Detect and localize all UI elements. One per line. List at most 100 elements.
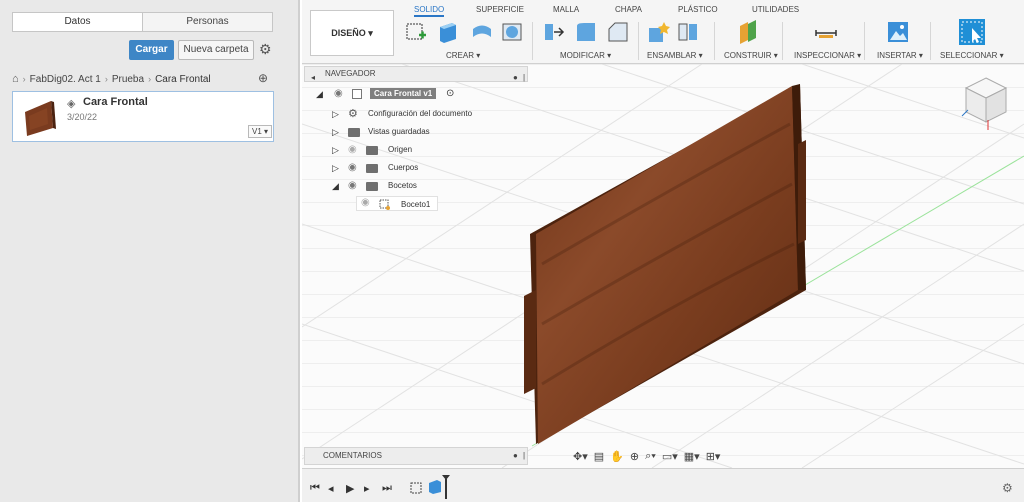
tab-chapa[interactable]: CHAPA: [615, 5, 642, 14]
tab-plastico[interactable]: PLÁSTICO: [678, 5, 718, 14]
collapse-icon[interactable]: ◂: [311, 71, 315, 85]
tab-malla[interactable]: MALLA: [553, 5, 579, 14]
group-seleccionar[interactable]: SELECCIONAR ▾: [940, 51, 1004, 60]
step-forward-icon[interactable]: ▸: [364, 482, 370, 495]
measure-icon[interactable]: [814, 20, 838, 44]
version-dropdown[interactable]: V1 ▾: [248, 125, 272, 138]
timeline-marker[interactable]: [442, 475, 450, 499]
insert-image-icon[interactable]: [886, 20, 910, 44]
chamfer-icon[interactable]: [606, 20, 630, 44]
tab-solido[interactable]: SOLIDO: [414, 5, 445, 17]
browser-header: ◂ NAVEGADOR ● |: [304, 66, 528, 82]
joint-icon[interactable]: [676, 20, 700, 44]
group-crear[interactable]: CREAR ▾: [446, 51, 480, 60]
workspace-dropdown[interactable]: DISEÑO ▾: [310, 10, 394, 56]
orbit-icon[interactable]: ✥▾: [573, 450, 588, 463]
revolve-icon[interactable]: [470, 20, 494, 44]
extrude-icon[interactable]: [436, 20, 460, 44]
new-component-icon[interactable]: [646, 20, 670, 44]
toolbar: DISEÑO ▾ SOLIDO SUPERFICIE MALLA CHAPA P…: [302, 0, 1024, 64]
zoom-window-icon[interactable]: ⊕: [630, 450, 639, 463]
file-card[interactable]: ◈ Cara Frontal 3/20/22 V1 ▾: [12, 91, 274, 142]
group-insertar[interactable]: INSERTAR ▾: [877, 51, 923, 60]
divider: [532, 22, 533, 60]
step-back-icon[interactable]: ◂: [328, 482, 334, 495]
viewports-icon[interactable]: ⊞▾: [706, 450, 721, 463]
eye-icon[interactable]: ◉: [361, 197, 370, 208]
fillet-icon[interactable]: [574, 20, 598, 44]
folder-icon: [366, 146, 378, 155]
comments-label: COMENTARIOS: [323, 451, 382, 460]
sweep-icon[interactable]: [500, 20, 524, 44]
breadcrumb-item[interactable]: FabDig02. Act 1: [30, 74, 101, 85]
browser-item-sketch1[interactable]: ◉ Boceto1: [356, 196, 438, 211]
divider: [638, 22, 639, 60]
resize-handle-icon[interactable]: |: [523, 71, 525, 85]
expand-triangle-icon[interactable]: ▷: [332, 127, 339, 138]
upload-button[interactable]: Cargar: [129, 40, 174, 60]
tab-personas[interactable]: Personas: [142, 13, 272, 31]
new-folder-button[interactable]: Nueva carpeta: [178, 40, 254, 60]
eye-icon[interactable]: ◉: [348, 180, 357, 191]
group-construir[interactable]: CONSTRUIR ▾: [724, 51, 778, 60]
eye-icon[interactable]: ◉: [348, 162, 357, 173]
sketch-feature-icon[interactable]: [410, 481, 424, 495]
expand-triangle-icon[interactable]: ▷: [332, 145, 339, 156]
group-modificar[interactable]: MODIFICAR ▾: [560, 51, 611, 60]
expand-triangle-icon[interactable]: ▷: [332, 109, 339, 120]
skip-back-icon[interactable]: ⏮: [310, 482, 320, 495]
create-sketch-icon[interactable]: [404, 20, 428, 44]
browser-item-label: Cuerpos: [388, 163, 419, 172]
browser-item-saved-views[interactable]: ▷ Vistas guardadas: [304, 124, 528, 140]
press-pull-icon[interactable]: [542, 20, 566, 44]
browser-root[interactable]: ◢ ◉ Cara Frontal v1 ⊙: [304, 86, 528, 102]
browser-panel: ◂ NAVEGADOR ● | ◢ ◉ Cara Frontal v1 ⊙ ▷ …: [304, 66, 528, 214]
eye-icon[interactable]: ◉: [334, 88, 343, 99]
offset-plane-icon[interactable]: [736, 20, 760, 44]
chevron-right-icon: ›: [148, 74, 152, 84]
collapse-triangle-icon[interactable]: ◢: [316, 89, 323, 100]
tab-utilidades[interactable]: UTILIDADES: [752, 5, 799, 14]
pan-icon[interactable]: ✋: [610, 450, 624, 463]
browser-title: NAVEGADOR: [325, 69, 376, 78]
browser-item-settings[interactable]: ▷ ⚙ Configuración del documento: [304, 106, 528, 122]
activate-radio-icon[interactable]: ⊙: [446, 88, 454, 99]
skip-forward-icon[interactable]: ⏭: [382, 482, 392, 495]
grid-settings-icon[interactable]: ▦▾: [684, 450, 700, 463]
globe-icon[interactable]: ⊕: [258, 71, 268, 85]
comments-panel[interactable]: COMENTARIOS ● |: [304, 447, 528, 465]
folder-icon: [366, 164, 378, 173]
breadcrumb-item[interactable]: Prueba: [112, 74, 144, 85]
expand-triangle-icon[interactable]: ▷: [332, 163, 339, 174]
display-settings-icon[interactable]: ▭▾: [662, 450, 678, 463]
extrude-feature-icon[interactable]: [428, 479, 442, 495]
resize-handle-icon[interactable]: |: [523, 448, 525, 464]
folder-icon: [348, 128, 360, 137]
browser-item-label: Configuración del documento: [368, 109, 473, 118]
browser-item-sketches[interactable]: ◢ ◉ Bocetos: [304, 178, 528, 194]
browser-item-origin[interactable]: ▷ ◉ Origen: [304, 142, 528, 158]
look-at-icon[interactable]: ▤: [594, 450, 604, 463]
divider: [782, 22, 783, 60]
tab-superficie[interactable]: SUPERFICIE: [476, 5, 524, 14]
browser-item-label: Bocetos: [388, 181, 417, 190]
timeline: ⏮ ◂ ▶ ▸ ⏭ ⚙: [302, 468, 1024, 502]
browser-item-bodies[interactable]: ▷ ◉ Cuerpos: [304, 160, 528, 176]
browser-item-label: Origen: [388, 145, 413, 154]
collapse-triangle-icon[interactable]: ◢: [332, 181, 339, 192]
gear-icon[interactable]: ⚙: [259, 42, 273, 56]
group-inspeccionar[interactable]: INSPECCIONAR ▾: [794, 51, 861, 60]
eye-icon[interactable]: ◉: [348, 144, 357, 155]
gear-icon[interactable]: ⚙: [1002, 481, 1013, 495]
plus-icon[interactable]: ●: [513, 448, 518, 464]
chevron-right-icon: ›: [104, 74, 108, 84]
play-icon[interactable]: ▶: [346, 482, 354, 495]
pin-icon[interactable]: ●: [513, 71, 518, 85]
select-icon[interactable]: [958, 18, 986, 46]
file-thumbnail: [25, 101, 56, 136]
tab-datos[interactable]: Datos: [13, 13, 142, 31]
zoom-icon[interactable]: ⌕▾: [645, 450, 656, 463]
group-ensamblar[interactable]: ENSAMBLAR ▾: [647, 51, 703, 60]
home-icon[interactable]: ⌂: [12, 73, 19, 85]
file-date: 3/20/22: [67, 112, 98, 122]
